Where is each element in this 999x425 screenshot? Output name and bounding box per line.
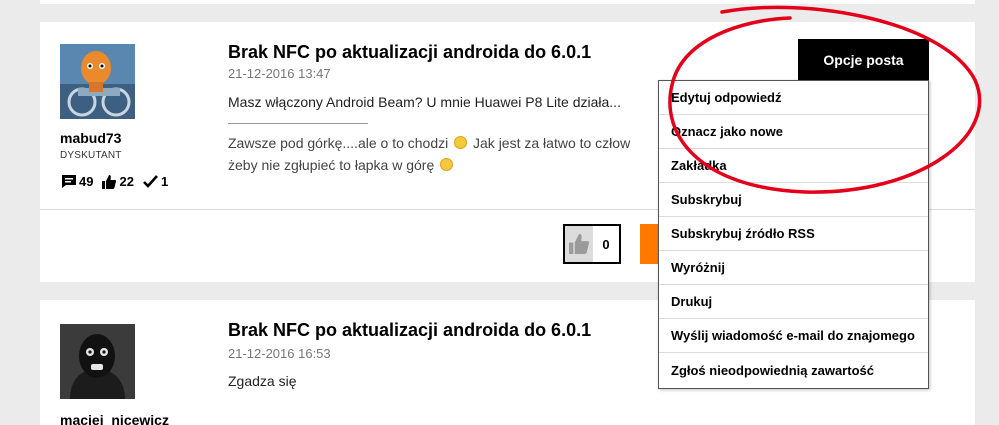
author-username[interactable]: mabud73 (60, 130, 121, 146)
menu-item[interactable]: Zakładka (659, 149, 928, 183)
post-title[interactable]: Brak NFC po aktualizacji androida do 6.0… (228, 42, 591, 63)
signature-text: Zawsze pod górkę....ale o to chodzi (228, 135, 449, 151)
kudos-received-count: 22 (119, 174, 134, 189)
kudos-stat: 22 (102, 174, 134, 189)
post-date: 21-12-2016 16:53 (228, 346, 331, 361)
menu-item[interactable]: Wyróżnij (659, 251, 928, 285)
menu-item[interactable]: Subskrybuj (659, 183, 928, 217)
menu-item[interactable]: Zgłoś nieodpowiednią zawartość (659, 353, 928, 387)
previous-post-card (40, 0, 975, 4)
thumbs-up-icon (565, 226, 593, 262)
author-username[interactable]: maciej_nicewicz (60, 412, 169, 425)
checkmark-icon (143, 175, 158, 188)
signature-divider (228, 123, 368, 124)
thumbs-up-icon (102, 174, 117, 189)
messages-stat: 49 (62, 174, 93, 189)
author-stats: 49 22 1 (62, 174, 177, 189)
post-body: Masz włączony Android Beam? U mnie Huawe… (228, 94, 621, 110)
smiley-icon (454, 136, 468, 149)
avatar[interactable] (60, 324, 135, 399)
menu-item[interactable]: Edytuj odpowiedź (659, 81, 928, 115)
post-options-button[interactable]: Opcje posta (798, 39, 929, 80)
menu-item[interactable]: Wyślij wiadomość e-mail do znajomego (659, 319, 928, 353)
smiley-icon (440, 158, 454, 171)
kudos-count: 0 (602, 236, 610, 252)
menu-item[interactable]: Subskrybuj źródło RSS (659, 217, 928, 251)
solutions-stat: 1 (143, 174, 168, 189)
post-title[interactable]: Brak NFC po aktualizacji androida do 6.0… (228, 320, 591, 341)
post-date: 21-12-2016 13:47 (228, 66, 331, 81)
post-body: Zgadza się (228, 373, 297, 389)
messages-count: 49 (79, 174, 94, 189)
signature: Zawsze pod górkę....ale o to chodzi Jak … (228, 132, 630, 176)
signature-text: żeby nie zgłupieć to łapka w górę (228, 157, 435, 173)
post-options-menu: Edytuj odpowiedź Oznacz jako nowe Zakładka… (658, 80, 929, 389)
avatar[interactable] (60, 44, 135, 119)
menu-item[interactable]: Oznacz jako nowe (659, 115, 928, 149)
message-icon (62, 175, 76, 188)
kudos-button[interactable]: 0 (563, 224, 621, 264)
author-rank: DYSKUTANT (60, 150, 122, 161)
signature-text: Jak jest za łatwo to człow (473, 135, 631, 151)
menu-item[interactable]: Drukuj (659, 285, 928, 319)
solutions-count: 1 (160, 174, 169, 189)
